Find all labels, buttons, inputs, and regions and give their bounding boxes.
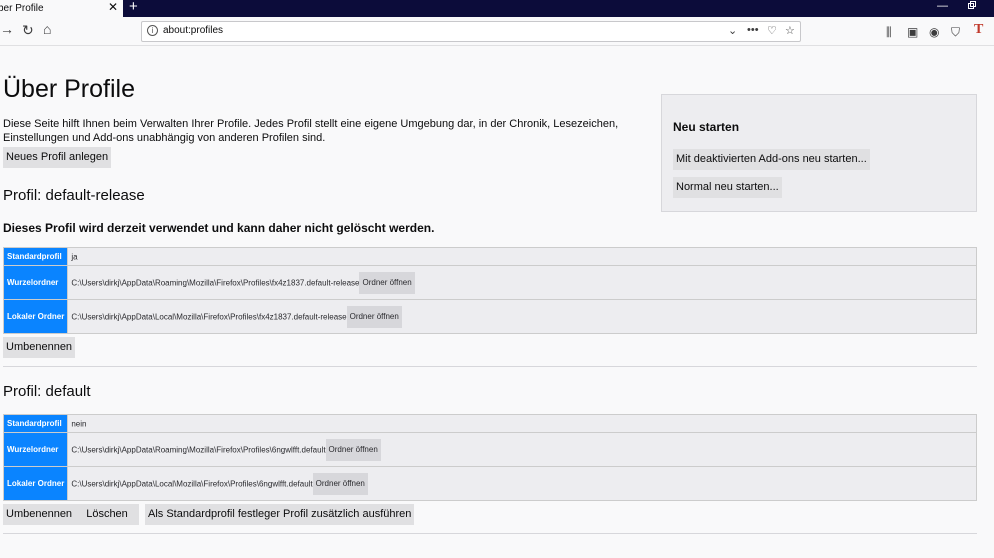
divider <box>3 533 977 534</box>
open-folder-button[interactable]: Ordner öffnen <box>359 271 415 294</box>
rename-button[interactable]: Umbenennen <box>3 504 76 525</box>
new-tab-icon[interactable]: + <box>129 0 138 15</box>
launch-profile-button[interactable]: Profil zusätzlich ausführen <box>280 504 415 525</box>
divider <box>3 366 977 367</box>
chevron-down-icon[interactable]: ⌄ <box>728 24 737 37</box>
table-row: Wurzelordner C:\Users\dirkj\AppData\Roam… <box>2 265 977 300</box>
restart-title: Neu starten <box>673 120 740 134</box>
minimize-icon[interactable]: — <box>937 0 948 12</box>
shield-icon[interactable]: ⛉ <box>951 25 960 40</box>
table-row: Lokaler Ordner C:\Users\dirkj\AppData\Lo… <box>2 466 977 501</box>
profile-table: Standardprofil nein Wurzelordner C:\User… <box>2 414 977 501</box>
profile-title: Profil: default-release <box>3 187 145 204</box>
restart-panel: Neu starten Mit deaktivierten Add-ons ne… <box>661 94 977 212</box>
open-folder-button[interactable]: Ordner öffnen <box>312 472 368 495</box>
page-actions-icon[interactable]: ••• <box>747 24 759 36</box>
restore-icon[interactable] <box>968 1 978 10</box>
profile-title: Profil: default <box>3 383 91 400</box>
info-icon[interactable]: i <box>147 25 158 36</box>
library-icon[interactable]: ⫼ <box>886 25 892 40</box>
open-folder-button[interactable]: Ordner öffnen <box>325 438 381 461</box>
row-label: Lokaler Ordner <box>2 299 69 334</box>
tab-title: ber Profile <box>0 3 44 14</box>
open-folder-button[interactable]: Ordner öffnen <box>346 305 402 328</box>
sidebar-icon[interactable]: ▣ <box>907 25 918 39</box>
profile-table: Standardprofil ja Wurzelordner C:\Users\… <box>2 247 977 334</box>
close-icon[interactable]: ✕ <box>108 0 118 15</box>
url-bar[interactable]: i about:profiles ⌄ ••• ♡ ☆ <box>141 21 801 42</box>
table-row: Wurzelordner C:\Users\dirkj\AppData\Roam… <box>2 432 977 467</box>
root-folder-path: C:\Users\dirkj\AppData\Roaming\Mozilla\F… <box>71 445 326 454</box>
row-label: Standardprofil <box>2 247 69 266</box>
extension-t-icon[interactable]: T <box>974 22 983 38</box>
profile-in-use-warning: Dieses Profil wird derzeit verwendet und… <box>3 221 435 235</box>
tab-about-profiles[interactable]: ber Profile ✕ <box>0 0 123 17</box>
account-icon[interactable]: ◉ <box>929 25 939 39</box>
row-label: Standardprofil <box>2 414 69 433</box>
set-default-profile-button[interactable]: Als Standardprofil festlegen <box>145 504 286 525</box>
local-folder-path: C:\Users\dirkj\AppData\Local\Mozilla\Fir… <box>71 479 313 488</box>
restart-safe-mode-button[interactable]: Mit deaktivierten Add-ons neu starten... <box>673 149 870 170</box>
row-label: Lokaler Ordner <box>2 466 69 501</box>
table-row: Standardprofil ja <box>2 247 977 266</box>
row-label: Wurzelordner <box>2 432 69 467</box>
rename-button[interactable]: Umbenennen <box>3 337 76 358</box>
local-folder-path: C:\Users\dirkj\AppData\Local\Mozilla\Fir… <box>71 312 347 321</box>
page-content: Über Profile Diese Seite hilft Ihnen bei… <box>0 47 994 558</box>
table-row: Standardprofil nein <box>2 414 977 433</box>
bookmark-star-icon[interactable]: ☆ <box>785 24 795 37</box>
default-profile-value: nein <box>71 419 87 429</box>
default-profile-value: ja <box>71 252 78 262</box>
new-profile-button[interactable]: Neues Profil anlegen <box>3 147 112 168</box>
forward-icon[interactable]: → <box>0 21 14 37</box>
navigation-bar: → ↻ ⌂ i about:profiles ⌄ ••• ♡ ☆ ⫼ ▣ ◉ ⛉… <box>0 17 994 46</box>
url-text[interactable]: about:profiles <box>163 25 223 36</box>
root-folder-path: C:\Users\dirkj\AppData\Roaming\Mozilla\F… <box>71 278 360 287</box>
pocket-icon[interactable]: ♡ <box>767 24 777 37</box>
tab-strip: ber Profile ✕ + — <box>0 0 994 17</box>
table-row: Lokaler Ordner C:\Users\dirkj\AppData\Lo… <box>2 299 977 334</box>
page-title: Über Profile <box>3 75 135 103</box>
home-icon[interactable]: ⌂ <box>43 21 51 37</box>
delete-button[interactable]: Löschen <box>75 504 139 525</box>
intro-text: Diese Seite hilft Ihnen beim Verwalten I… <box>3 118 619 144</box>
row-label: Wurzelordner <box>2 265 69 300</box>
restart-normal-button[interactable]: Normal neu starten... <box>673 177 782 198</box>
reload-icon[interactable]: ↻ <box>22 22 34 39</box>
